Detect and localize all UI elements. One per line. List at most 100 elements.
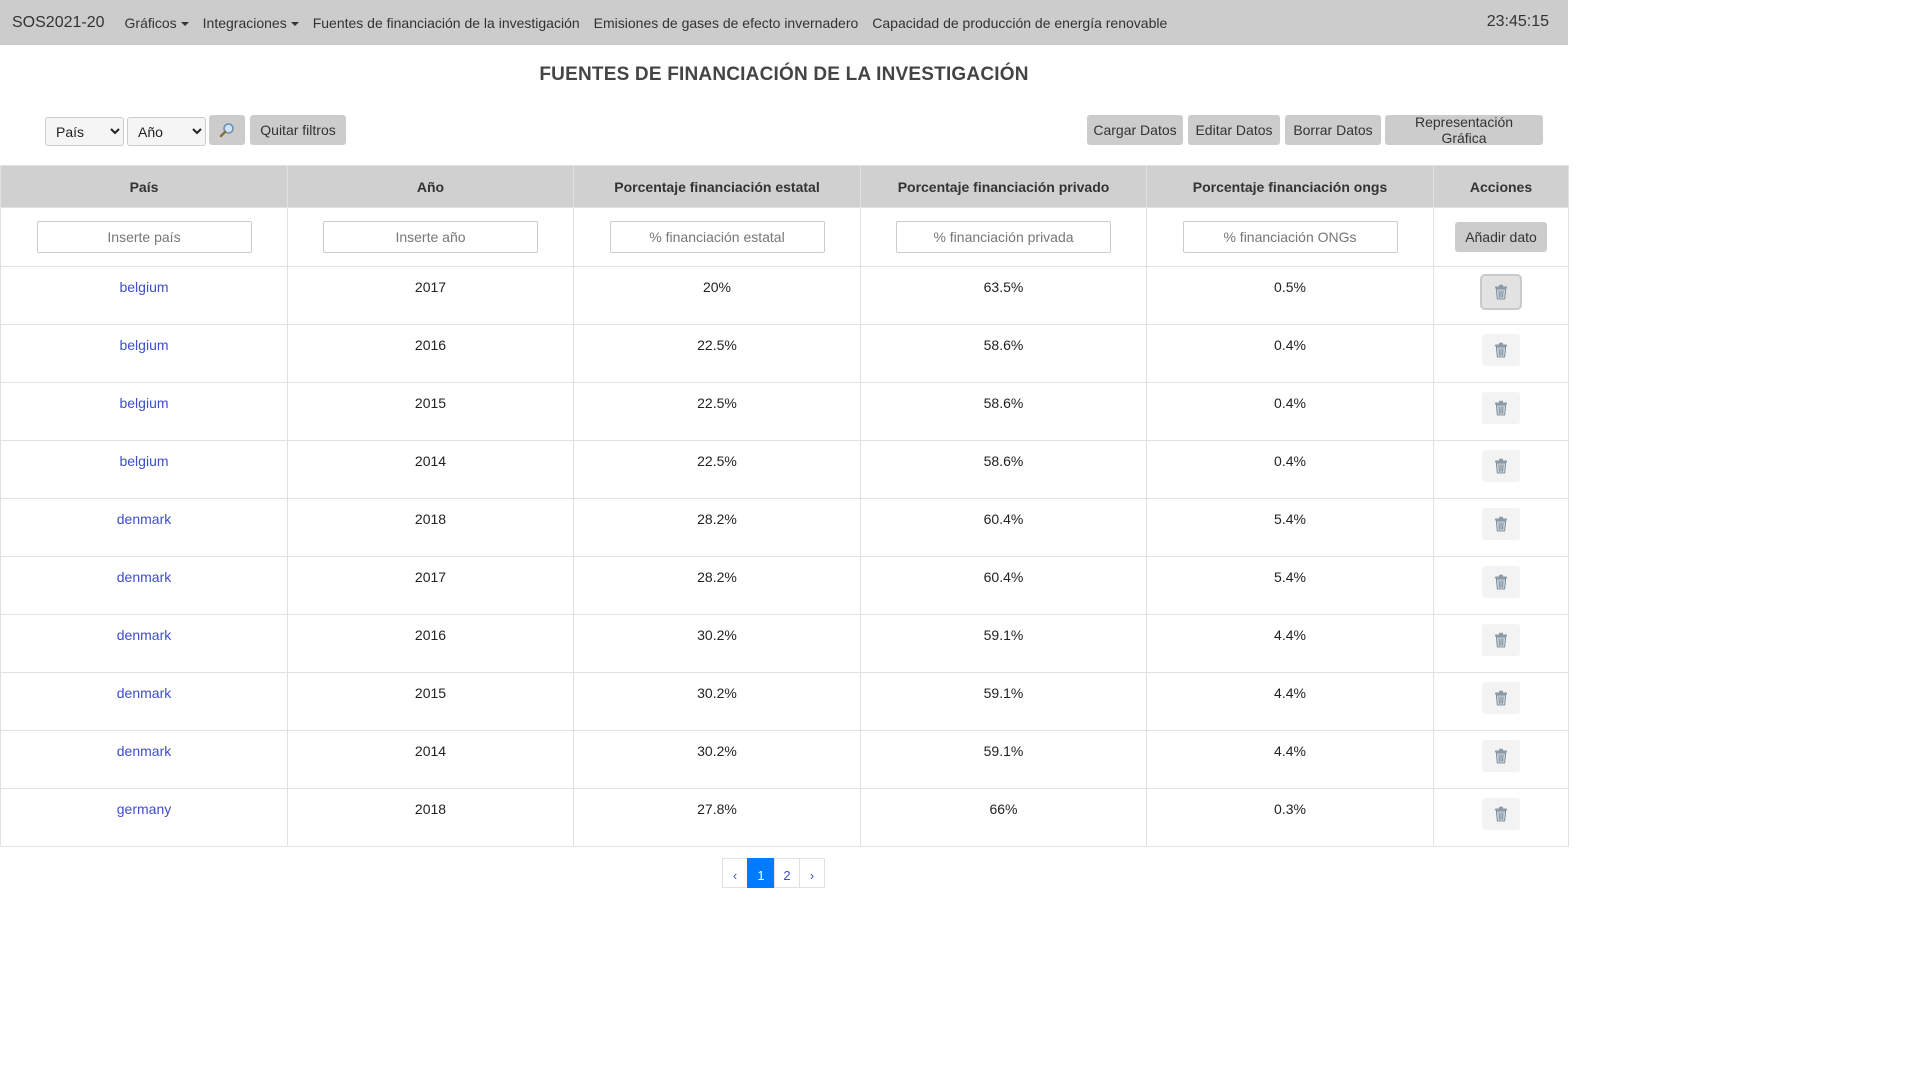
state-funding-value: 22.5% xyxy=(697,337,737,353)
year-filter-select[interactable]: Año xyxy=(127,117,206,146)
private-funding-cell: 60.4% xyxy=(860,556,1147,615)
edit-data-button[interactable]: Editar Datos xyxy=(1188,115,1280,145)
chart-view-button[interactable]: Representación Gráfica xyxy=(1385,114,1543,146)
ngo-funding-value: 0.4% xyxy=(1274,395,1306,411)
year-cell: 2016 xyxy=(287,614,574,673)
delete-row-button[interactable] xyxy=(1482,682,1520,714)
new-state-cell xyxy=(573,207,861,267)
caret-down-icon xyxy=(290,21,299,26)
actions-cell xyxy=(1433,498,1569,557)
header-ngo-funding: Porcentaje financiación ongs xyxy=(1146,165,1434,208)
year-value: 2017 xyxy=(414,569,447,585)
private-funding-value: 59.1% xyxy=(983,627,1024,643)
country-link[interactable]: denmark xyxy=(117,743,171,759)
actions-cell xyxy=(1433,556,1569,615)
pagination-next[interactable]: › xyxy=(799,858,825,888)
country-link[interactable]: denmark xyxy=(117,569,171,585)
year-value: 2018 xyxy=(414,801,447,817)
top-navbar: SOS2021-20 Gráficos Integraciones Fuente… xyxy=(0,0,1568,45)
ngo-funding-cell: 5.4% xyxy=(1146,498,1434,557)
country-link[interactable]: belgium xyxy=(119,279,168,295)
search-button[interactable] xyxy=(209,115,245,145)
country-link[interactable]: denmark xyxy=(117,627,171,643)
new-entry-row: Añadir dato xyxy=(0,207,1569,267)
country-cell: denmark xyxy=(0,498,288,557)
private-funding-cell: 60.4% xyxy=(860,498,1147,557)
delete-row-button[interactable] xyxy=(1482,450,1520,482)
actions-cell xyxy=(1433,788,1569,847)
state-funding-cell: 30.2% xyxy=(573,614,861,673)
country-filter-select[interactable]: País xyxy=(45,117,124,146)
nav-capacidad-energia[interactable]: Capacidad de producción de energía renov… xyxy=(872,15,1167,31)
new-action-cell: Añadir dato xyxy=(1433,207,1569,267)
actions-cell xyxy=(1433,382,1569,441)
delete-data-button[interactable]: Borrar Datos xyxy=(1285,115,1381,145)
year-value: 2016 xyxy=(414,627,447,643)
table-row: denmark 2017 28.2% 60.4% 5.4% xyxy=(0,556,1569,615)
trash-icon xyxy=(1495,458,1507,474)
state-funding-value: 22.5% xyxy=(697,395,737,411)
country-link[interactable]: belgium xyxy=(119,453,168,469)
country-link[interactable]: germany xyxy=(117,801,171,817)
country-input[interactable] xyxy=(36,221,252,253)
private-funding-cell: 58.6% xyxy=(860,382,1147,441)
header-private-funding: Porcentaje financiación privado xyxy=(860,165,1147,208)
state-funding-cell: 20% xyxy=(573,266,861,325)
year-value: 2017 xyxy=(414,279,447,295)
country-link[interactable]: belgium xyxy=(119,395,168,411)
delete-row-button[interactable] xyxy=(1482,334,1520,366)
year-value: 2016 xyxy=(414,337,447,353)
nav-graficos-dropdown[interactable]: Gráficos xyxy=(125,15,189,31)
nav-integraciones-dropdown[interactable]: Integraciones xyxy=(203,15,299,31)
ngo-funding-value: 4.4% xyxy=(1274,627,1306,643)
pagination-prev[interactable]: ‹ xyxy=(722,858,748,888)
trash-icon xyxy=(1495,690,1507,706)
ngo-funding-cell: 0.4% xyxy=(1146,324,1434,383)
ngo-funding-cell: 5.4% xyxy=(1146,556,1434,615)
ngo-funding-input[interactable] xyxy=(1182,221,1398,253)
state-funding-cell: 22.5% xyxy=(573,324,861,383)
country-link[interactable]: denmark xyxy=(117,511,171,527)
delete-row-button[interactable] xyxy=(1482,566,1520,598)
state-funding-value: 30.2% xyxy=(697,627,737,643)
private-funding-cell: 58.6% xyxy=(860,324,1147,383)
add-data-button[interactable]: Añadir dato xyxy=(1455,222,1547,252)
private-funding-value: 66% xyxy=(989,801,1018,817)
private-funding-input[interactable] xyxy=(896,221,1111,253)
nav-graficos-label: Gráficos xyxy=(124,14,177,31)
state-funding-cell: 27.8% xyxy=(573,788,861,847)
state-funding-value: 28.2% xyxy=(697,569,737,585)
table-row: denmark 2018 28.2% 60.4% 5.4% xyxy=(0,498,1569,557)
brand-link[interactable]: SOS2021-20 xyxy=(12,14,105,32)
load-data-button[interactable]: Cargar Datos xyxy=(1087,115,1183,145)
nav-fuentes-financiacion[interactable]: Fuentes de financiación de la investigac… xyxy=(313,15,580,31)
trash-icon xyxy=(1495,400,1507,416)
year-cell: 2016 xyxy=(287,324,574,383)
pagination-page-2[interactable]: 2 xyxy=(774,858,800,888)
pagination-page-1[interactable]: 1 xyxy=(747,858,775,888)
caret-down-icon xyxy=(180,21,189,26)
state-funding-input[interactable] xyxy=(609,221,825,253)
state-funding-cell: 22.5% xyxy=(573,382,861,441)
pagination: ‹ 1 2 › xyxy=(722,858,825,888)
country-link[interactable]: denmark xyxy=(117,685,171,701)
delete-row-button[interactable] xyxy=(1482,276,1520,308)
delete-row-button[interactable] xyxy=(1482,624,1520,656)
ngo-funding-cell: 0.5% xyxy=(1146,266,1434,325)
delete-row-button[interactable] xyxy=(1482,508,1520,540)
state-funding-cell: 30.2% xyxy=(573,672,861,731)
trash-icon xyxy=(1495,806,1507,822)
ngo-funding-value: 4.4% xyxy=(1274,685,1306,701)
year-value: 2015 xyxy=(414,685,447,701)
trash-icon xyxy=(1495,574,1507,590)
nav-emisiones-gases[interactable]: Emisiones de gases de efecto invernadero xyxy=(594,15,859,31)
delete-row-button[interactable] xyxy=(1482,798,1520,830)
trash-icon xyxy=(1495,632,1507,648)
trash-icon xyxy=(1495,342,1507,358)
country-link[interactable]: belgium xyxy=(119,337,168,353)
year-input[interactable] xyxy=(323,221,538,253)
table-header-row: País Año Porcentaje financiación estatal… xyxy=(0,165,1569,208)
delete-row-button[interactable] xyxy=(1482,740,1520,772)
clear-filters-button[interactable]: Quitar filtros xyxy=(250,115,346,145)
delete-row-button[interactable] xyxy=(1482,392,1520,424)
